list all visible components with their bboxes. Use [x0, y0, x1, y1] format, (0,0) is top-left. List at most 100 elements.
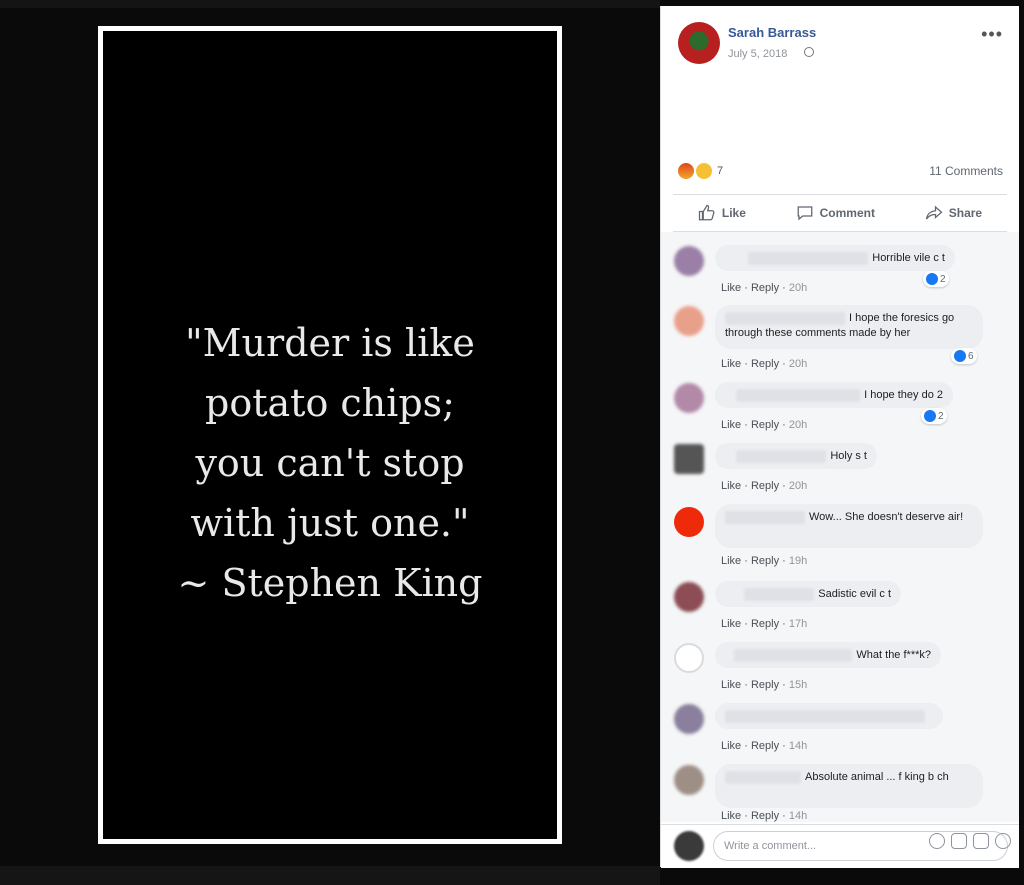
comment-like-link[interactable]: Like: [721, 480, 741, 492]
comment-text: Holy s t: [830, 450, 867, 462]
globe-icon: [804, 47, 814, 57]
comment-like-link[interactable]: Like: [721, 419, 741, 431]
comment-meta: Like · Reply · 20h: [721, 480, 808, 492]
comment-like-badge[interactable]: 6: [951, 348, 977, 364]
action-bar: Like Comment Share: [673, 194, 1007, 232]
comment-label: Comment: [819, 206, 875, 220]
current-user-avatar: [674, 831, 704, 861]
comment-bubble: Sadistic evil c t: [715, 581, 901, 607]
comment-button[interactable]: Comment: [796, 204, 875, 222]
commenter-avatar[interactable]: [674, 306, 704, 336]
commenter-avatar[interactable]: [674, 383, 704, 413]
comment-input-tools: [929, 833, 1011, 849]
comment-time[interactable]: 17h: [789, 618, 807, 630]
comment-time[interactable]: 19h: [789, 555, 807, 567]
comment-like-link[interactable]: Like: [721, 810, 741, 822]
like-label: Like: [721, 206, 746, 220]
comment-text: Wow... She doesn't deserve air!: [809, 511, 964, 523]
comment-like-link[interactable]: Like: [721, 679, 741, 691]
comment-like-link[interactable]: Like: [721, 358, 741, 370]
commenter-avatar[interactable]: [674, 765, 704, 795]
angry-reaction-icon: [678, 163, 694, 179]
camera-icon[interactable]: [951, 833, 967, 849]
more-options-icon[interactable]: •••: [981, 24, 1003, 45]
comment-reply-link[interactable]: Reply: [751, 618, 779, 630]
comment-bubble: Absolute animal ... f king b ch: [715, 764, 983, 808]
comment-like-link[interactable]: Like: [721, 555, 741, 567]
comment-reply-link[interactable]: Reply: [751, 740, 779, 752]
commenter-name[interactable]: [734, 648, 853, 662]
comment-text: What the f***k?: [856, 649, 931, 661]
comment-reply-link[interactable]: Reply: [751, 480, 779, 492]
comment-bubble: Horrible vile c t: [715, 245, 955, 271]
commenter-avatar[interactable]: [674, 643, 704, 673]
comment-like-link[interactable]: Like: [721, 282, 741, 294]
commenter-name[interactable]: [725, 709, 925, 723]
comment-meta: Like · Reply · 14h: [721, 740, 808, 752]
comment-time[interactable]: 20h: [789, 358, 807, 370]
comment-text: Sadistic evil c t: [818, 588, 891, 600]
comment-reply-link[interactable]: Reply: [751, 555, 779, 567]
comment-bubble: I hope they do 2: [715, 382, 953, 408]
comment-meta: Like · Reply · 15h: [721, 679, 808, 691]
post-photo[interactable]: "Murder is like potato chips; you can't …: [98, 26, 562, 844]
commenter-avatar[interactable]: [674, 444, 704, 474]
commenter-name[interactable]: [744, 587, 815, 601]
comments-count[interactable]: 11 Comments: [929, 164, 1003, 178]
author-name[interactable]: Sarah Barrass: [728, 25, 816, 40]
comment-reply-link[interactable]: Reply: [751, 358, 779, 370]
comment-bubble: I hope the foresics go through these com…: [715, 305, 983, 349]
quote-text: "Murder is like potato chips; you can't …: [177, 321, 483, 605]
comments-list: Horrible vile c t 2 Like · Reply · 20h I…: [661, 232, 1019, 822]
comment-reply-link[interactable]: Reply: [751, 679, 779, 691]
commenter-name[interactable]: [748, 251, 869, 265]
comment-text: I hope they do 2: [864, 389, 943, 401]
comment-like-badge[interactable]: 2: [923, 271, 949, 287]
comment-reply-link[interactable]: Reply: [751, 419, 779, 431]
commenter-avatar[interactable]: [674, 507, 704, 537]
commenter-avatar[interactable]: [674, 582, 704, 612]
like-reaction-icon: [954, 350, 966, 362]
comment-reply-link[interactable]: Reply: [751, 810, 779, 822]
commenter-name[interactable]: [736, 388, 861, 402]
share-icon: [925, 205, 943, 220]
comment-time[interactable]: 14h: [789, 740, 807, 752]
comment-like-link[interactable]: Like: [721, 740, 741, 752]
like-button[interactable]: Like: [698, 204, 746, 222]
comment-time[interactable]: 20h: [789, 419, 807, 431]
viewer-top-bar: [0, 0, 660, 8]
comment-meta: Like · Reply · 17h: [721, 618, 808, 630]
post-sidebar: Sarah Barrass July 5, 2018 ••• 7 11 Comm…: [660, 6, 1019, 868]
sticker-icon[interactable]: [995, 833, 1011, 849]
author-avatar[interactable]: [678, 22, 720, 64]
comment-meta: Like · Reply · 20h: [721, 419, 808, 431]
commenter-avatar[interactable]: [674, 246, 704, 276]
wow-reaction-icon: [696, 163, 712, 179]
comment-like-badge[interactable]: 2: [921, 408, 947, 424]
comment-time[interactable]: 20h: [789, 480, 807, 492]
comment-bubble: Holy s t: [715, 443, 877, 469]
commenter-name[interactable]: [725, 770, 801, 784]
comment-time[interactable]: 14h: [789, 810, 807, 822]
comment-time[interactable]: 15h: [789, 679, 807, 691]
emoji-icon[interactable]: [929, 833, 945, 849]
gif-icon[interactable]: [973, 833, 989, 849]
share-button[interactable]: Share: [925, 204, 982, 222]
commenter-avatar[interactable]: [674, 704, 704, 734]
commenter-name[interactable]: [725, 510, 805, 524]
comment-text: Absolute animal ... f king b ch: [805, 771, 949, 783]
share-label: Share: [948, 206, 983, 220]
comment-text: Horrible vile c t: [872, 252, 945, 264]
comment-bubble: What the f***k?: [715, 642, 941, 668]
reaction-count: 7: [717, 165, 724, 177]
commenter-name[interactable]: [725, 311, 845, 325]
comment-meta: Like · Reply · 20h: [721, 282, 808, 294]
comment-time[interactable]: 20h: [789, 282, 807, 294]
post-date[interactable]: July 5, 2018: [728, 48, 787, 60]
comment-meta: Like · Reply · 19h: [721, 555, 808, 567]
commenter-name[interactable]: [736, 449, 827, 463]
comment-reply-link[interactable]: Reply: [751, 282, 779, 294]
like-reaction-icon: [924, 410, 936, 422]
reactions-summary[interactable]: 7: [678, 163, 723, 179]
comment-like-link[interactable]: Like: [721, 618, 741, 630]
